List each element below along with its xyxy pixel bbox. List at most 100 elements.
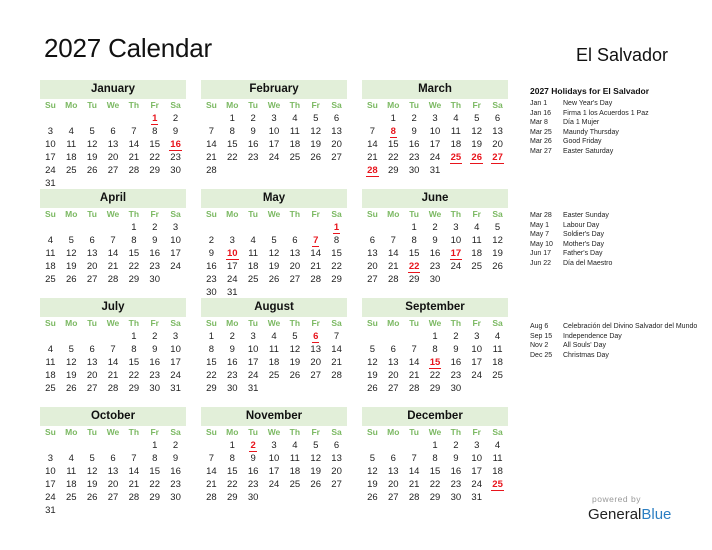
day-cell: 11 (492, 453, 503, 464)
weekday-label: Su (205, 427, 217, 437)
empty-cell (61, 439, 82, 452)
month-header: January (40, 80, 186, 99)
weekday-label: Tu (248, 427, 259, 437)
empty-cell (61, 221, 82, 234)
day-cell: 13 (107, 139, 119, 150)
empty-cell (404, 439, 425, 452)
holiday-item: Nov 2 All Souls' Day (530, 341, 700, 351)
empty-cell (305, 221, 326, 234)
weekday-label: Su (205, 318, 217, 328)
weekday-label: We (106, 318, 120, 328)
holiday-item: May 10 Mother's Day (530, 240, 700, 250)
holiday-item: May 1 Labour Day (530, 221, 700, 231)
holiday-date: Aug 6 (530, 323, 549, 330)
day-cell: 26 (86, 492, 98, 503)
day-cell: 30 (149, 383, 160, 394)
holiday-date: Mar 28 (530, 212, 552, 219)
day-cell: 2 (152, 331, 158, 342)
day-cell: 13 (310, 344, 321, 355)
day-cell: 21 (206, 479, 217, 490)
day-cell: 22 (149, 479, 160, 490)
day-cell: 23 (247, 152, 259, 163)
holiday-item: Mar 25 Maundy Thursday (530, 128, 700, 138)
day-cell: 8 (208, 344, 215, 355)
day-cell: 15 (387, 139, 399, 150)
day-cell: 2 (250, 113, 256, 124)
day-cell: 9 (432, 235, 438, 246)
day-cell: 1 (432, 440, 438, 451)
day-cell: 9 (250, 126, 256, 137)
weekday-label: Mo (226, 100, 239, 110)
month-header: November (201, 407, 347, 426)
holiday-name: Labour Day (563, 221, 600, 229)
empty-cell (362, 112, 383, 125)
day-cell: 9 (250, 453, 256, 464)
holiday-date: Jun 22 (530, 259, 552, 267)
day-cell: 20 (367, 261, 378, 272)
weekday-label: Mo (65, 318, 78, 328)
month-day-grid: Su Mo Tu We Th Fr Sa 1 2 3 4 5 6 7 8 9 10 11 12 13 14 15 16 17 1… (40, 208, 186, 286)
weekday-label: We (428, 318, 442, 328)
day-cell: 25 (45, 383, 56, 394)
day-cell: 30 (247, 492, 259, 503)
day-cell: 24 (45, 165, 56, 176)
empty-cell (201, 439, 222, 452)
day-cell: 23 (429, 261, 441, 272)
day-cell: 11 (289, 453, 300, 464)
generalblue-logo[interactable]: GeneralBlue (588, 506, 671, 523)
day-cell: 15 (206, 357, 217, 368)
day-cell: 19 (86, 152, 98, 163)
day-cell: 24 (226, 274, 238, 285)
weekday-label: Sa (331, 318, 342, 328)
day-cell: 19 (289, 357, 301, 368)
weekday-label: Su (205, 209, 217, 219)
day-cell: 22 (149, 152, 160, 163)
month-header: June (362, 189, 508, 208)
day-cell: 29 (408, 274, 420, 285)
day-cell: 16 (247, 139, 259, 150)
holiday-date: Jan 16 (530, 109, 552, 117)
day-cell: 23 (247, 479, 259, 490)
day-cell: 25 (289, 479, 301, 490)
day-cell: 28 (310, 274, 321, 285)
holiday-date: Nov 2 (530, 342, 549, 349)
day-cell: 22 (387, 152, 399, 163)
day-cell: 26 (367, 383, 378, 394)
day-cell: 17 (170, 357, 181, 368)
month-day-grid: Su Mo Tu We Th Fr Sa 1 2 3 4 5 6 7 8 9 10 11 12 13 14 15 16 17 1… (40, 317, 186, 395)
day-cell: 26 (310, 479, 321, 490)
day-cell: 9 (152, 235, 158, 246)
weekday-label: Sa (492, 427, 503, 437)
day-cell: 14 (128, 139, 140, 150)
day-cell: 6 (292, 235, 298, 246)
day-cell: 17 (45, 152, 56, 163)
day-cell: 5 (369, 344, 376, 355)
day-cell: 3 (474, 440, 480, 451)
day-cell: 11 (248, 248, 259, 259)
weekday-label: Sa (170, 318, 181, 328)
day-cell: 21 (331, 357, 342, 368)
day-cell: 21 (128, 479, 140, 490)
day-cell: 22 (226, 152, 238, 163)
weekday-label: Th (289, 100, 301, 110)
day-cell: 5 (68, 235, 74, 246)
weekday-label: Tu (409, 427, 420, 437)
day-cell: 12 (310, 126, 321, 137)
weekday-label: Fr (472, 427, 481, 437)
day-cell: 29 (429, 492, 441, 503)
day-cell: 10 (247, 344, 259, 355)
day-cell: 13 (331, 126, 342, 137)
weekday-label: Sa (492, 100, 503, 110)
day-cell: 22 (226, 479, 238, 490)
page-title: 2027 Calendar (44, 33, 212, 63)
day-cell: 24 (471, 479, 482, 490)
day-cell: 16 (170, 466, 181, 477)
weekday-label: We (267, 100, 281, 110)
weekday-label: Th (450, 427, 462, 437)
weekday-label: Fr (311, 427, 320, 437)
holiday-name: New Year's Day (563, 100, 613, 107)
day-cell: 2 (411, 113, 417, 124)
day-cell: 11 (471, 235, 482, 246)
day-cell: 16 (226, 357, 238, 368)
weekday-label: We (106, 209, 120, 219)
